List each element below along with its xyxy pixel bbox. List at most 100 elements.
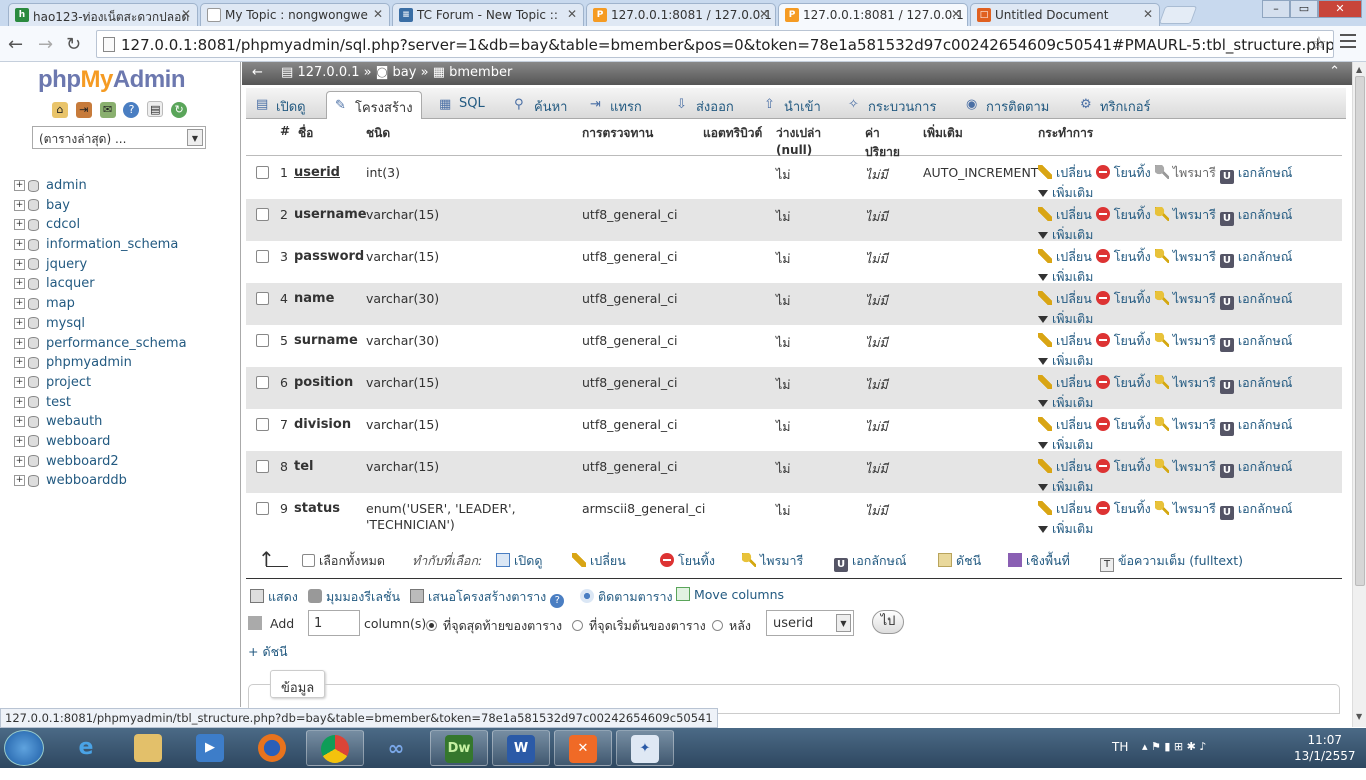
back-icon[interactable]: ← — [8, 34, 23, 55]
after-radio[interactable] — [712, 620, 723, 631]
change-button[interactable]: เปลี่ยน — [1038, 416, 1092, 433]
row-checkbox[interactable] — [256, 166, 269, 179]
expand-icon[interactable]: + — [14, 455, 25, 467]
at-begin-option[interactable]: ที่จุดเริ่มต้นของตาราง — [572, 616, 706, 636]
breadcrumb-table[interactable]: bmember — [449, 65, 512, 80]
primary-button[interactable]: ไพรมารี — [1154, 332, 1216, 349]
db-item-cdcol[interactable]: + cdcol — [14, 217, 187, 237]
start-button[interactable] — [4, 730, 44, 766]
scroll-up-icon[interactable]: ▲ — [1356, 65, 1362, 74]
unique-button[interactable]: U เอกลักษณ์ — [1219, 416, 1292, 436]
relation-view-link[interactable]: มุมมองรีเลชั่น — [308, 587, 400, 607]
documentation-icon[interactable]: ▤ — [147, 101, 164, 117]
primary-button[interactable]: ไพรมารี — [1154, 290, 1216, 307]
row-checkbox[interactable] — [256, 460, 269, 473]
bulk-index-button[interactable]: ดัชนี — [938, 551, 981, 571]
change-button[interactable]: เปลี่ยน — [1038, 206, 1092, 223]
db-item-performance-schema[interactable]: + performance_schema — [14, 336, 187, 356]
db-item-mysql[interactable]: + mysql — [14, 316, 187, 336]
db-item-map[interactable]: + map — [14, 296, 187, 316]
browser-tab-hao123[interactable]: h hao123-ท่องเน็ตสะดวกปลอด ✕ — [8, 3, 198, 26]
primary-button[interactable]: ไพรมารี — [1154, 416, 1216, 433]
tab-import[interactable]: ⇧ นำเข้า — [756, 91, 829, 119]
more-dropdown[interactable]: เพิ่มเติม — [1038, 520, 1093, 537]
close-window-button[interactable]: ✕ — [1318, 0, 1362, 18]
reload-icon[interactable]: ↻ — [66, 34, 81, 55]
unique-button[interactable]: U เอกลักษณ์ — [1219, 206, 1292, 226]
tab-browse[interactable]: ▤ เปิดดู — [248, 91, 314, 119]
expand-icon[interactable]: + — [14, 317, 25, 329]
expand-icon[interactable]: + — [14, 337, 25, 349]
home-icon[interactable]: ⌂ — [52, 102, 68, 118]
tab-close-icon[interactable]: ✕ — [567, 7, 577, 21]
tab-close-icon[interactable]: ✕ — [951, 7, 961, 21]
drop-button[interactable]: โยนทิ้ง — [1095, 164, 1151, 181]
after-option[interactable]: หลัง — [712, 616, 751, 636]
logout-icon[interactable]: ⇥ — [75, 102, 92, 118]
bulk-fulltext-button[interactable]: T ข้อความเต็ม (fulltext) — [1100, 551, 1243, 572]
change-button[interactable]: เปลี่ยน — [1038, 332, 1092, 349]
db-item-jquery[interactable]: + jquery — [14, 257, 187, 277]
taskbar-word[interactable]: W — [492, 730, 550, 766]
primary-button[interactable]: ไพรมารี — [1154, 248, 1216, 265]
after-column-select[interactable]: userid ▼ — [766, 610, 854, 636]
row-checkbox[interactable] — [256, 292, 269, 305]
tab-search[interactable]: ⚲ ค้นหา — [506, 91, 575, 119]
unique-button[interactable]: U เอกลักษณ์ — [1219, 248, 1292, 268]
propose-structure-link[interactable]: เสนอโครงสร้างตาราง? — [410, 587, 568, 608]
browser-tab-pma-1[interactable]: P 127.0.0.1:8081 / 127.0.0.1 / ✕ — [586, 3, 776, 26]
expand-icon[interactable]: + — [14, 258, 25, 270]
bulk-unique-button[interactable]: U เอกลักษณ์ — [834, 551, 906, 572]
bulk-change-button[interactable]: เปลี่ยน — [572, 551, 626, 571]
forward-icon[interactable]: → — [38, 34, 53, 55]
drop-button[interactable]: โยนทิ้ง — [1095, 206, 1151, 223]
drop-button[interactable]: โยนทิ้ง — [1095, 332, 1151, 349]
taskbar-xampp[interactable]: ✕ — [554, 730, 612, 766]
scroll-down-icon[interactable]: ▼ — [1356, 712, 1362, 721]
db-item-project[interactable]: + project — [14, 375, 187, 395]
tab-close-icon[interactable]: ✕ — [759, 7, 769, 21]
row-checkbox[interactable] — [256, 502, 269, 515]
expand-icon[interactable]: + — [14, 435, 25, 447]
change-button[interactable]: เปลี่ยน — [1038, 500, 1092, 517]
bulk-primary-button[interactable]: ไพรมารี — [742, 551, 803, 571]
unique-button[interactable]: U เอกลักษณ์ — [1219, 164, 1292, 184]
expand-icon[interactable]: + — [14, 278, 25, 290]
breadcrumb-database[interactable]: bay — [393, 65, 417, 80]
collapse-nav-icon[interactable]: ← — [252, 65, 263, 80]
tab-close-icon[interactable]: ✕ — [373, 7, 383, 21]
column-name[interactable]: userid — [294, 165, 340, 180]
db-item-lacquer[interactable]: + lacquer — [14, 276, 187, 296]
row-checkbox[interactable] — [256, 418, 269, 431]
taskbar-app-infinity[interactable]: ∞ — [368, 730, 426, 766]
tab-operations[interactable]: ✧ กระบวนการ — [840, 91, 944, 119]
drop-button[interactable]: โยนทิ้ง — [1095, 374, 1151, 391]
change-button[interactable]: เปลี่ยน — [1038, 458, 1092, 475]
taskbar-ie[interactable]: e — [58, 730, 116, 766]
db-item-webauth[interactable]: + webauth — [14, 414, 187, 434]
tab-insert[interactable]: ⇥ แทรก — [582, 91, 650, 119]
collapse-top-icon[interactable]: ⌃ — [1329, 64, 1340, 79]
help-icon[interactable]: ? — [550, 594, 565, 608]
primary-button[interactable]: ไพรมารี — [1154, 374, 1216, 391]
taskbar-firefox[interactable] — [244, 730, 302, 766]
expand-icon[interactable]: + — [14, 180, 25, 191]
at-begin-radio[interactable] — [572, 620, 583, 631]
row-checkbox[interactable] — [256, 376, 269, 389]
browser-tab-pma-active[interactable]: P 127.0.0.1:8081 / 127.0.0.1 / ✕ — [778, 3, 968, 26]
row-checkbox[interactable] — [256, 208, 269, 221]
tab-close-icon[interactable]: ✕ — [181, 7, 191, 21]
drop-button[interactable]: โยนทิ้ง — [1095, 248, 1151, 265]
tab-triggers[interactable]: ⚙ ทริกเกอร์ — [1072, 91, 1159, 119]
phpmyadmin-logo[interactable]: phpMyAdmin — [38, 66, 186, 94]
taskbar-media[interactable]: ▶ — [182, 730, 240, 766]
tab-structure[interactable]: ✎ โครงสร้าง — [326, 91, 422, 119]
browser-tab-untitled[interactable]: □ Untitled Document ✕ — [970, 3, 1160, 26]
info-legend[interactable]: ข้อมูล — [270, 670, 326, 698]
taskbar-dreamweaver[interactable]: Dw — [430, 730, 488, 766]
scrollbar-thumb[interactable] — [1355, 76, 1365, 586]
drop-button[interactable]: โยนทิ้ง — [1095, 458, 1151, 475]
change-button[interactable]: เปลี่ยน — [1038, 164, 1092, 181]
chrome-menu-icon[interactable] — [1340, 34, 1356, 48]
unique-button[interactable]: U เอกลักษณ์ — [1219, 332, 1292, 352]
